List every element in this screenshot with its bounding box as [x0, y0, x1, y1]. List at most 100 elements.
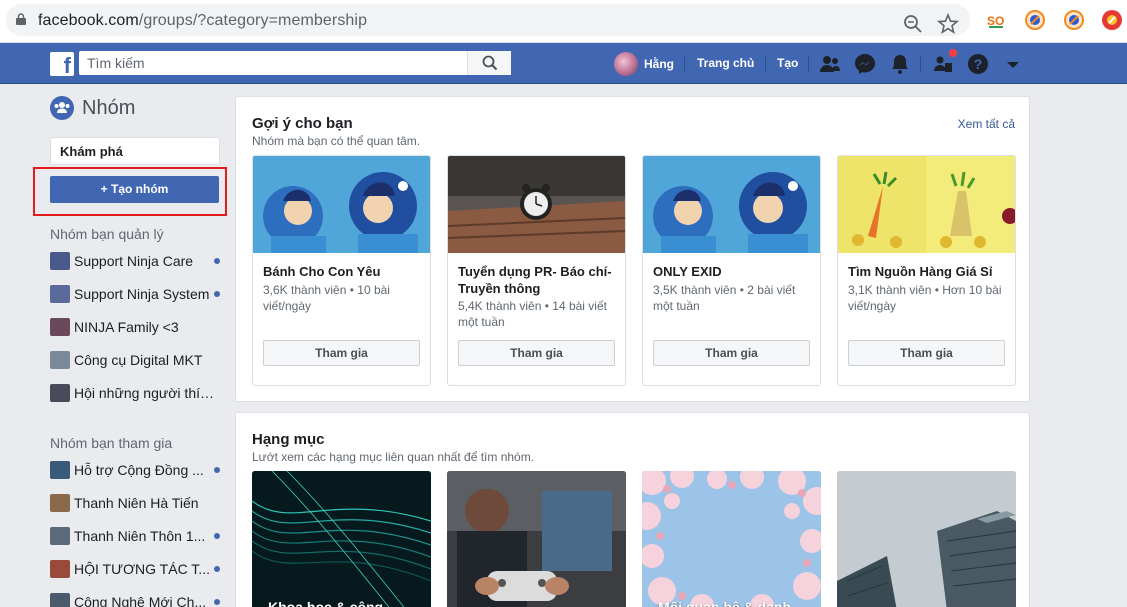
profile-link[interactable]: Hằng [614, 52, 674, 76]
messenger-icon[interactable] [853, 52, 877, 76]
unread-dot [214, 599, 220, 605]
explore-tab[interactable]: Khám phá [50, 137, 220, 165]
category-tile[interactable] [837, 471, 1016, 607]
unread-dot [214, 566, 220, 572]
sidebar-group-label: Thanh Niên Hà Tiến [74, 495, 199, 511]
zoom-icon[interactable] [902, 13, 924, 35]
group-cover-image [838, 156, 1015, 253]
sidebar-group-item[interactable]: Hội những người thích... [50, 383, 220, 403]
categories-subtitle: Lướt xem các hạng mục liên quan nhất để … [252, 450, 535, 464]
unread-dot [214, 291, 220, 297]
nav-divider [808, 56, 809, 72]
category-tile[interactable] [447, 471, 626, 607]
group-meta: 3,5K thành viên • 2 bài viết một tuần [653, 283, 796, 313]
search-button[interactable] [467, 51, 511, 75]
group-card[interactable]: Bánh Cho Con Yêu 3,6K thành viên • 10 bà… [252, 155, 431, 386]
group-thumbnail [50, 527, 70, 545]
group-thumbnail [50, 318, 70, 336]
join-button[interactable]: Tham gia [653, 340, 810, 366]
star-icon[interactable] [937, 13, 959, 35]
lock-icon [16, 13, 26, 25]
nav-divider [920, 56, 921, 72]
address-bar[interactable]: facebook.com/groups/?category=membership [6, 4, 970, 36]
sidebar-group-label: Support Ninja System [74, 286, 210, 302]
avatar [614, 52, 638, 76]
sidebar-group-item[interactable]: Công Nghệ Mới Ch... [50, 592, 220, 607]
group-name[interactable]: Tìm Nguồn Hàng Giá Sỉ [848, 263, 1008, 280]
group-name[interactable]: Tuyển dụng PR- Báo chí- Truyền thông [458, 263, 618, 297]
sidebar-group-item[interactable]: Thanh Niên Thôn 1... [50, 526, 220, 546]
group-cover-image [643, 156, 820, 253]
sidebar-group-label: Thanh Niên Thôn 1... [74, 528, 206, 544]
search-input[interactable] [79, 51, 464, 75]
category-image [642, 471, 821, 607]
group-card[interactable]: Tìm Nguồn Hàng Giá Sỉ 3,1K thành viên • … [837, 155, 1016, 386]
sidebar-group-item[interactable]: Support Ninja Care [50, 251, 220, 271]
sidebar-group-item[interactable]: Hỗ trợ Cộng Đồng ... [50, 460, 220, 480]
group-meta: 5,4K thành viên • 14 bài viết một tuần [458, 299, 607, 329]
group-thumbnail [50, 494, 70, 512]
svg-text:SO: SO [987, 14, 1004, 28]
so-extension-icon[interactable]: SO [986, 10, 1006, 30]
sidebar-group-label: HỘI TƯƠNG TÁC T... [74, 561, 210, 577]
sidebar-group-label: Hội những người thích... [74, 385, 217, 401]
create-link[interactable]: Tạo [777, 56, 798, 70]
sidebar-group-label: Support Ninja Care [74, 253, 194, 269]
categories-title: Hạng mục [252, 431, 325, 448]
group-meta: 3,1K thành viên • Hơn 10 bài viết/ngày [848, 283, 1002, 313]
notification-badge [948, 48, 958, 58]
group-cover-image [253, 156, 430, 253]
join-button[interactable]: Tham gia [263, 340, 420, 366]
sidebar-group-label: Công Nghệ Mới Ch... [74, 594, 207, 607]
group-meta: 3,6K thành viên • 10 bài viết/ngày [263, 283, 390, 313]
join-button[interactable]: Tham gia [458, 340, 615, 366]
category-image [447, 471, 626, 607]
sidebar-group-label: NINJA Family <3 [74, 319, 179, 335]
group-card[interactable]: ONLY EXID 3,5K thành viên • 2 bài viết m… [642, 155, 821, 386]
facebook-logo-icon[interactable]: f [50, 52, 74, 76]
home-link[interactable]: Trang chủ [697, 56, 754, 70]
sidebar-group-label: Công cụ Digital MKT [74, 352, 203, 368]
category-image [837, 471, 1016, 607]
notifications-bell-icon[interactable] [888, 52, 912, 76]
unread-dot [214, 533, 220, 539]
create-group-button[interactable]: + Tạo nhóm [50, 176, 219, 203]
groups-icon [50, 96, 74, 120]
group-thumbnail [50, 351, 70, 369]
search-icon [482, 55, 498, 71]
sidebar-title-text: Nhóm [82, 96, 136, 119]
help-icon[interactable]: ? [966, 52, 990, 76]
suggestions-subtitle: Nhóm mà bạn có thể quan tâm. [252, 134, 421, 148]
group-thumbnail [50, 252, 70, 270]
nav-divider [765, 56, 766, 72]
category-tile[interactable]: Mối quan hệ & danh [642, 471, 821, 607]
group-thumbnail [50, 593, 70, 607]
friend-requests-icon[interactable] [818, 52, 842, 76]
sidebar-group-item[interactable]: Công cụ Digital MKT [50, 350, 220, 370]
nav-divider [684, 56, 685, 72]
suggestions-title: Gợi ý cho bạn [252, 115, 353, 132]
category-image [252, 471, 431, 607]
extension-icon-1[interactable] [1025, 10, 1045, 30]
categories-panel: Hạng mục Lướt xem các hạng mục liên quan… [235, 412, 1030, 607]
category-tile[interactable]: Khoa học & công [252, 471, 431, 607]
sidebar-group-item[interactable]: HỘI TƯƠNG TÁC T... [50, 559, 220, 579]
sidebar-group-label: Hỗ trợ Cộng Đồng ... [74, 462, 204, 478]
url-text: facebook.com/groups/?category=membership [38, 12, 368, 29]
sidebar-group-item[interactable]: Support Ninja System [50, 284, 220, 304]
svg-text:?: ? [974, 56, 983, 72]
group-name[interactable]: ONLY EXID [653, 263, 813, 280]
extension-icon-3[interactable] [1102, 10, 1122, 30]
browser-toolbar: facebook.com/groups/?category=membership… [0, 0, 1127, 43]
sidebar-group-item[interactable]: Thanh Niên Hà Tiến [50, 493, 220, 513]
see-all-link[interactable]: Xem tất cả [958, 117, 1015, 131]
group-cover-image [448, 156, 625, 253]
joined-groups-heading: Nhóm bạn tham gia [50, 435, 173, 451]
user-name: Hằng [644, 57, 674, 71]
extension-icon-2[interactable] [1064, 10, 1084, 30]
chevron-down-icon[interactable] [1001, 52, 1025, 76]
group-name[interactable]: Bánh Cho Con Yêu [263, 263, 423, 280]
sidebar-group-item[interactable]: NINJA Family <3 [50, 317, 220, 337]
join-button[interactable]: Tham gia [848, 340, 1005, 366]
group-card[interactable]: Tuyển dụng PR- Báo chí- Truyền thông 5,4… [447, 155, 626, 386]
